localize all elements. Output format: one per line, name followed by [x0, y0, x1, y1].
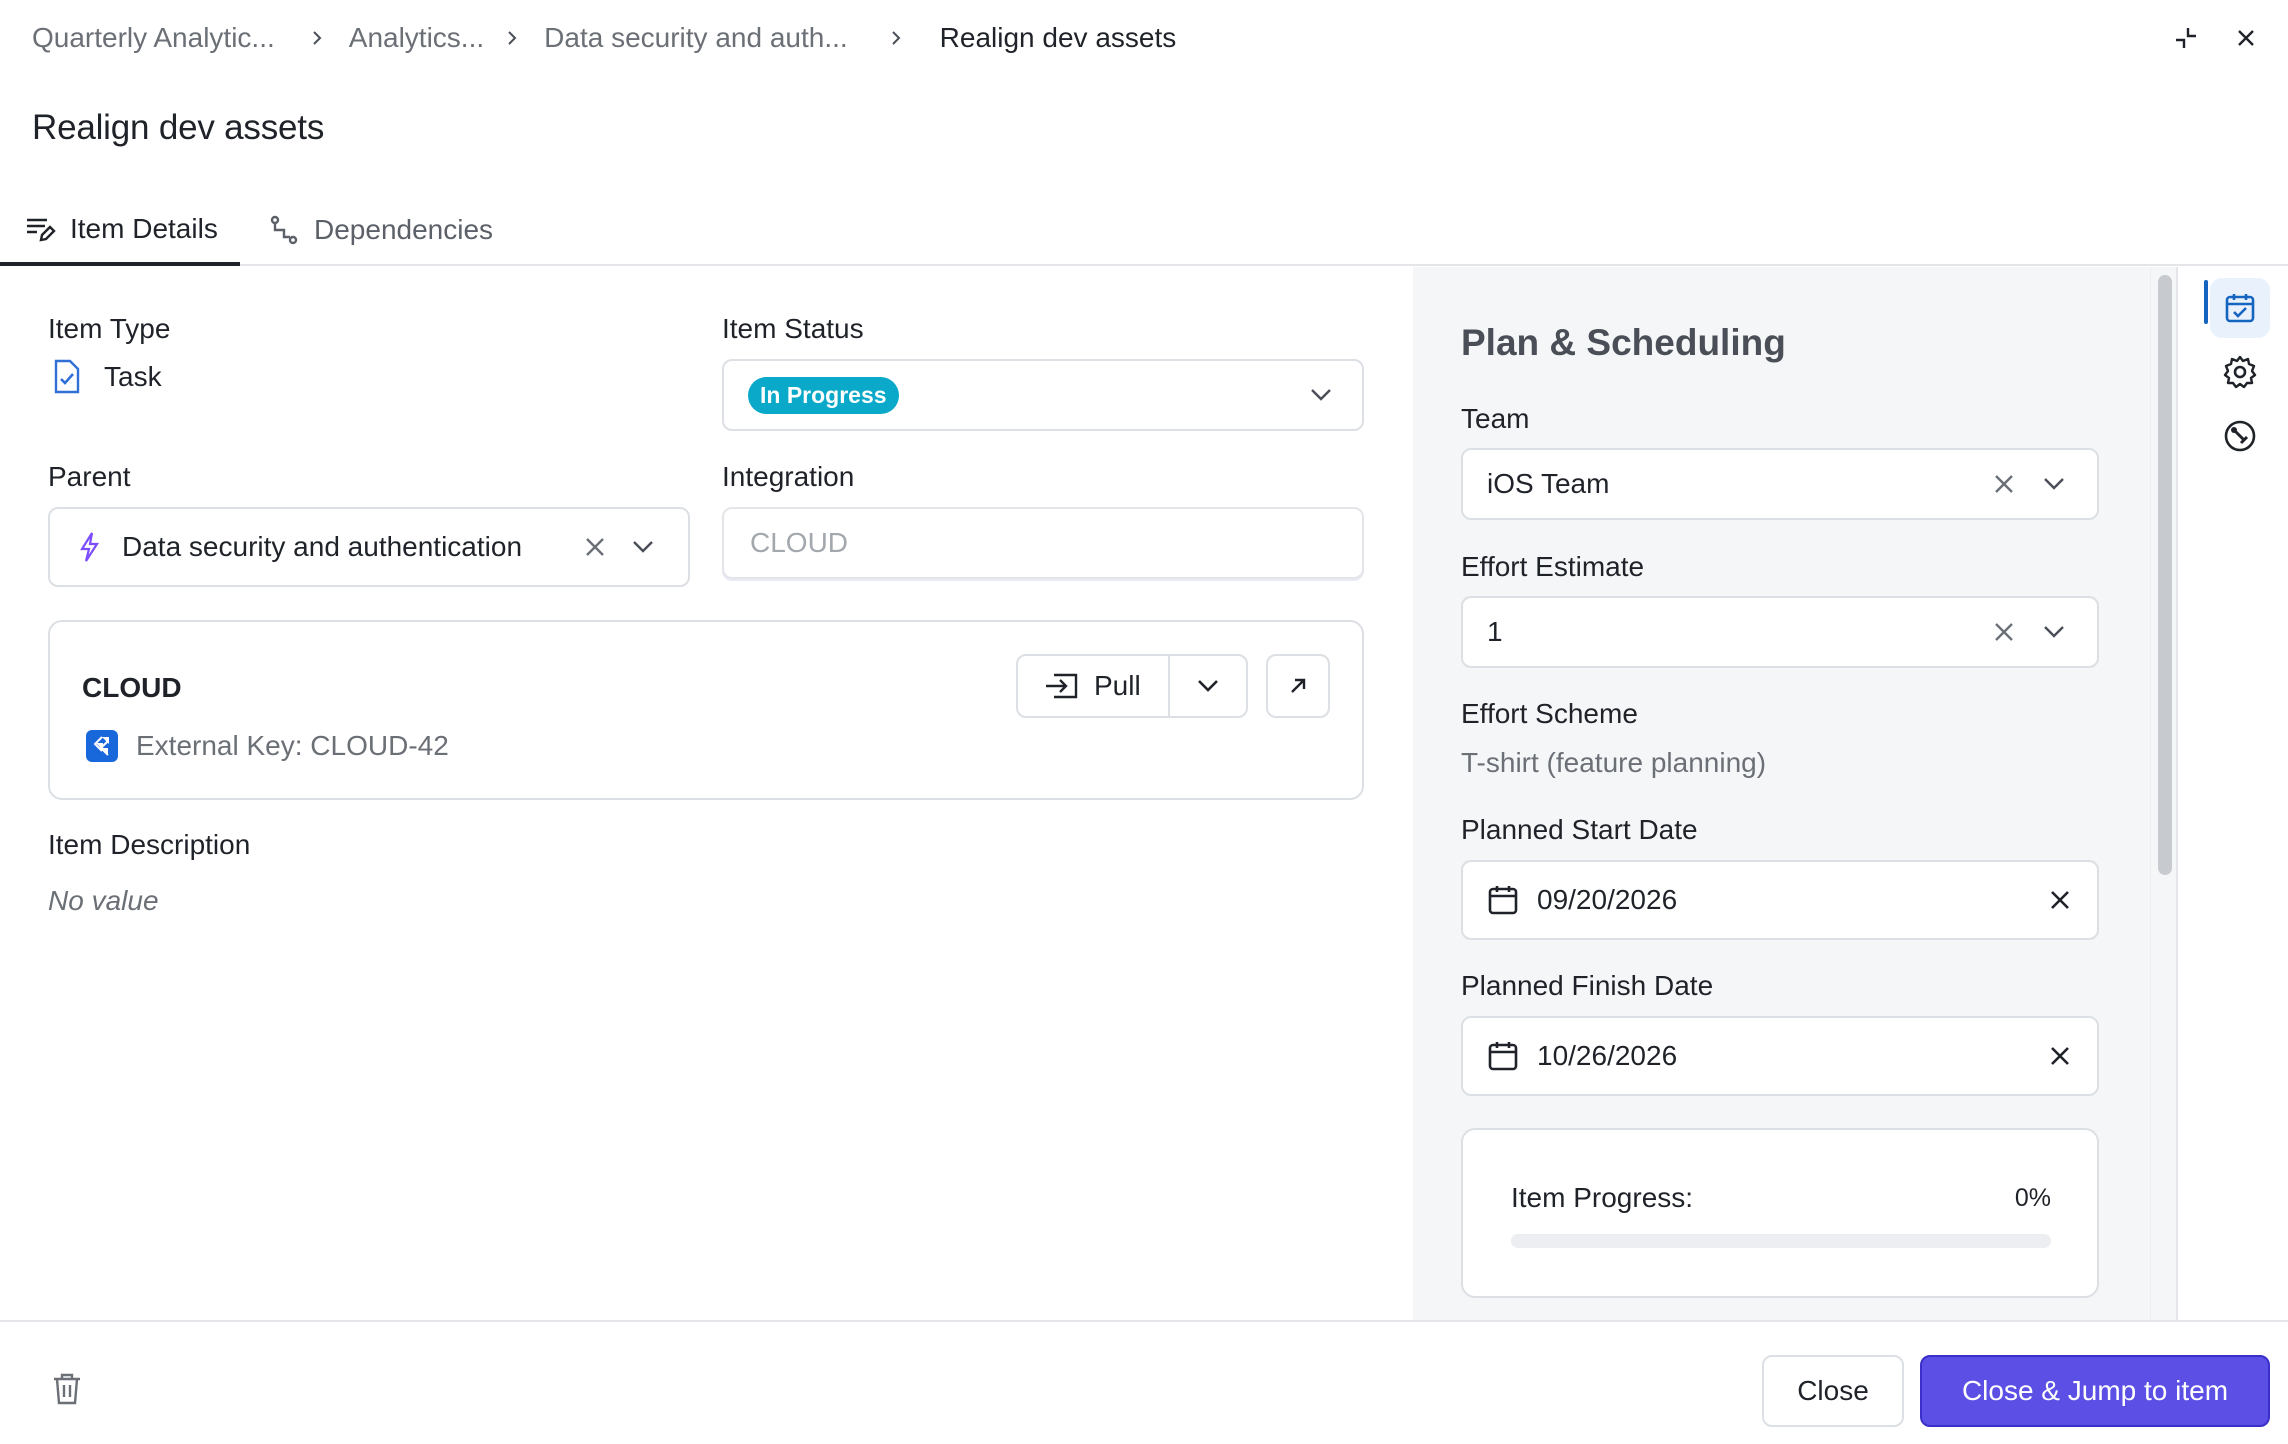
item-type-label: Item Type	[48, 313, 171, 344]
delete-button[interactable]	[52, 1372, 82, 1406]
rail-settings-button[interactable]	[2210, 342, 2270, 402]
clear-icon[interactable]	[2049, 1045, 2071, 1067]
chevron-down-icon	[1197, 679, 1219, 693]
tab-dependencies[interactable]: Dependencies	[268, 196, 493, 264]
breadcrumb-current: Realign dev assets	[939, 22, 1177, 53]
integration-card: CLOUD External Key: CLOUD-42 Pull	[48, 620, 1364, 800]
clear-icon[interactable]	[1993, 473, 2015, 495]
panel-title: Plan & Scheduling	[1461, 322, 1786, 363]
integration-card-title: CLOUD	[82, 672, 182, 703]
chevron-down-icon	[1310, 388, 1332, 402]
team-select[interactable]: iOS Team	[1461, 448, 2099, 520]
chevron-right-icon	[303, 24, 331, 52]
pull-button[interactable]: Pull	[1018, 656, 1170, 716]
planned-start-date-input[interactable]: 09/20/2026	[1461, 860, 2099, 940]
integration-input: CLOUD	[722, 507, 1364, 579]
chevron-down-icon[interactable]	[632, 540, 654, 554]
pull-label: Pull	[1094, 670, 1141, 701]
item-type-value: Task	[50, 359, 162, 395]
team-value: iOS Team	[1487, 468, 1610, 499]
calendar-icon	[1487, 884, 1519, 916]
item-description-value[interactable]: No value	[48, 885, 159, 917]
tab-item-details[interactable]: Item Details	[0, 196, 240, 266]
item-progress-label: Item Progress:	[1511, 1182, 1694, 1213]
dependencies-icon	[268, 214, 300, 246]
lightning-icon	[78, 531, 100, 563]
item-progress-percent: 0%	[2014, 1184, 2051, 1212]
item-progress-bar	[1511, 1234, 2051, 1248]
chevron-right-icon	[882, 24, 910, 52]
breadcrumb-item-data-security[interactable]: Data security and auth...	[544, 22, 848, 54]
planned-start-value: 09/20/2026	[1537, 884, 1678, 915]
page-title: Realign dev assets	[32, 108, 325, 147]
effort-scheme-label: Effort Scheme	[1461, 698, 1638, 729]
effort-scheme-value: T-shirt (feature planning)	[1461, 747, 1767, 778]
tab-label: Item Details	[70, 213, 218, 244]
breadcrumb-item-quarterly[interactable]: Quarterly Analytic...	[32, 22, 275, 54]
chevron-down-icon[interactable]	[2043, 625, 2065, 639]
effort-estimate-select[interactable]: 1	[1461, 596, 2099, 668]
parent-select[interactable]: Data security and authentication	[48, 507, 690, 587]
arrow-up-right-icon	[1288, 676, 1308, 696]
rail-tools-button[interactable]	[2210, 406, 2270, 466]
rail-active-indicator	[2204, 280, 2208, 324]
task-icon	[50, 359, 84, 395]
planned-finish-label: Planned Finish Date	[1461, 970, 1714, 1001]
external-key-row: External Key: CLOUD-42	[86, 730, 449, 762]
jira-icon	[86, 730, 118, 762]
status-badge: In Progress	[748, 376, 899, 414]
clear-icon[interactable]	[2049, 889, 2071, 911]
trash-icon	[52, 1372, 82, 1406]
wrench-icon	[2223, 419, 2257, 453]
external-key: External Key: CLOUD-42	[136, 730, 449, 761]
tab-label: Dependencies	[314, 214, 494, 245]
scrollbar-thumb[interactable]	[2158, 275, 2172, 875]
pull-button-group: Pull	[1016, 654, 1248, 718]
details-edit-icon	[24, 213, 56, 245]
minimize-button[interactable]	[2166, 18, 2206, 58]
item-type-text: Task	[104, 361, 162, 392]
planned-finish-date-input[interactable]: 10/26/2026	[1461, 1016, 2099, 1096]
parent-label: Parent	[48, 461, 131, 492]
close-and-jump-button[interactable]: Close & Jump to item	[1920, 1355, 2270, 1427]
panel-scrollbar[interactable]	[2150, 267, 2178, 1320]
item-status-select[interactable]: In Progress	[722, 359, 1364, 431]
effort-estimate-label: Effort Estimate	[1461, 551, 1645, 582]
clear-icon[interactable]	[1993, 621, 2015, 643]
breadcrumb-item-analytics[interactable]: Analytics...	[349, 22, 484, 54]
chevron-down-icon[interactable]	[2043, 477, 2065, 491]
effort-estimate-value: 1	[1487, 616, 1503, 647]
tab-bar: Item Details Dependencies	[0, 196, 2288, 266]
calendar-icon	[1487, 1040, 1519, 1072]
integration-placeholder: CLOUD	[750, 527, 849, 558]
planned-finish-value: 10/26/2026	[1537, 1040, 1678, 1071]
close-icon	[2235, 27, 2257, 49]
team-label: Team	[1461, 403, 1530, 434]
minimize-icon	[2172, 24, 2200, 52]
rail-plan-button[interactable]	[2210, 278, 2270, 338]
planned-start-label: Planned Start Date	[1461, 814, 1698, 845]
pull-icon	[1044, 673, 1078, 699]
clear-icon[interactable]	[584, 536, 606, 558]
pull-options-button[interactable]	[1170, 656, 1246, 716]
close-button[interactable]: Close	[1762, 1355, 1904, 1427]
calendar-check-icon	[2224, 292, 2256, 324]
item-description-label: Item Description	[48, 829, 251, 860]
integration-label: Integration	[722, 461, 855, 492]
close-dialog-button[interactable]	[2226, 18, 2266, 58]
gear-icon	[2223, 355, 2257, 389]
item-progress-card: Item Progress: 0%	[1461, 1128, 2099, 1298]
chevron-right-icon	[498, 24, 526, 52]
item-status-label: Item Status	[722, 313, 864, 344]
open-external-button[interactable]	[1266, 654, 1330, 718]
parent-value: Data security and authentication	[122, 531, 523, 562]
breadcrumb: Quarterly Analytic... Analytics... Data …	[32, 20, 1176, 56]
